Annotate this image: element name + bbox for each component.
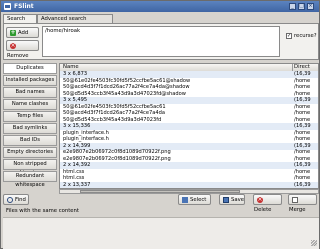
column-header-directory[interactable]: Direct [294, 64, 310, 71]
sidebar-item-bad-symlinks[interactable]: Bad symlinks [3, 123, 57, 134]
sidebar-item-installed-packages[interactable]: Installed packages [3, 75, 57, 86]
window-title: FSlint [14, 3, 34, 10]
sidebar-item-name-clashes[interactable]: Name clashes [3, 99, 57, 110]
search-path-item[interactable]: /home/hiroak [45, 28, 80, 34]
app-icon [4, 3, 11, 10]
tab-advanced-search-parameters[interactable]: Advanced search parameters [37, 14, 113, 31]
sidebar-item-temp-files[interactable]: Temp files [3, 111, 57, 122]
save-label: Save [231, 197, 245, 203]
cell-directory: (16,39 [294, 181, 311, 188]
remove-icon [10, 42, 16, 49]
add-path-label: Add [18, 30, 29, 36]
sidebar-item-redundant-whitespace[interactable]: Redundant whitespace [3, 171, 57, 188]
merge-icon [292, 196, 298, 203]
table-row-group[interactable]: 2 x 13,337 (16,39 [60, 181, 318, 188]
remove-path-button[interactable]: Remove [6, 40, 39, 59]
delete-button[interactable]: Delete [253, 194, 282, 213]
find-label: Find [15, 197, 26, 203]
search-path-list[interactable]: /home/hiroak [42, 26, 280, 57]
resize-grip-icon[interactable] [311, 240, 317, 246]
minimize-icon[interactable]: _ [289, 3, 296, 10]
add-icon [10, 29, 16, 36]
sidebar-item-bad-ids[interactable]: Bad IDs [3, 135, 57, 146]
merge-button[interactable]: Merge [288, 194, 317, 213]
save-icon [223, 196, 229, 203]
column-separator[interactable] [292, 64, 293, 71]
save-button[interactable]: Save [219, 194, 245, 205]
sidebar-item-bad-names[interactable]: Bad names [3, 87, 57, 98]
select-button[interactable]: Select [178, 194, 211, 205]
category-sidebar: Duplicates Installed packages Bad names … [3, 63, 57, 189]
select-label: Select [190, 197, 207, 203]
main-window: FSlint _ □ × Search path Advanced search… [0, 0, 320, 249]
scrollbar-thumb[interactable] [80, 190, 240, 193]
title-bar: FSlint _ □ × [1, 1, 319, 12]
output-area [3, 217, 319, 249]
close-icon[interactable]: × [307, 3, 314, 10]
sidebar-item-duplicates[interactable]: Duplicates [3, 63, 57, 74]
find-icon [7, 196, 13, 203]
add-path-button[interactable]: Add [6, 27, 39, 38]
remove-path-label: Remove [7, 53, 29, 59]
cell-name: 2 x 13,337 [63, 181, 91, 188]
delete-icon [257, 196, 263, 203]
recurse-checkbox[interactable]: ✓ [286, 33, 292, 39]
status-bar: Files with the same content [6, 208, 79, 214]
maximize-icon[interactable]: □ [298, 3, 305, 10]
results-table[interactable]: Name Direct 3 x 6,873 (16,39 50@61e02fe45… [59, 63, 319, 189]
find-button[interactable]: Find [3, 194, 29, 205]
sidebar-item-empty-directories[interactable]: Empty directories [3, 147, 57, 158]
column-header-name[interactable]: Name [63, 64, 79, 71]
recurse-label: recurse? [294, 33, 317, 39]
sidebar-item-non-stripped-binaries[interactable]: Non stripped binaries [3, 159, 57, 176]
search-path-panel: Add Remove /home/hiroak ✓ recurse? [3, 23, 319, 60]
select-icon [182, 196, 188, 203]
